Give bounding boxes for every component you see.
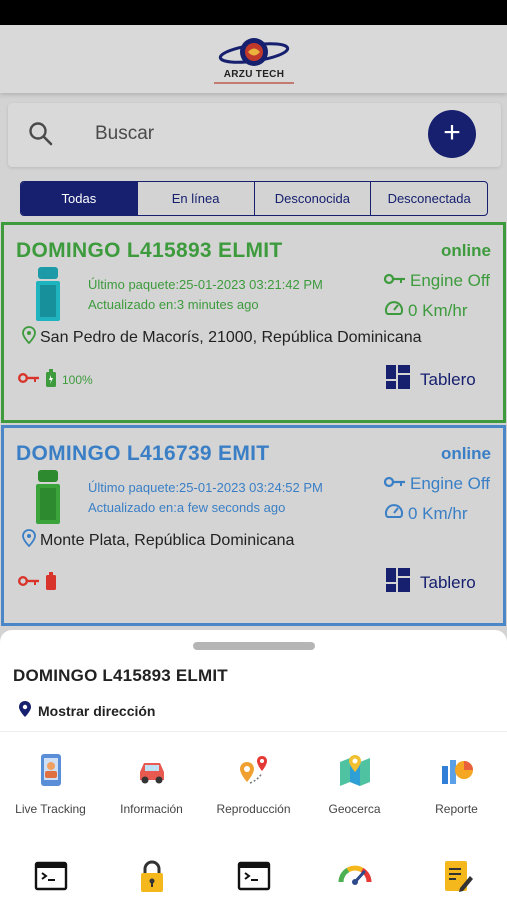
search-bar: Buscar +	[8, 103, 501, 167]
updated-text: Actualizado en:3 minutes ago	[88, 297, 259, 312]
sheet-title: DOMINGO L415893 ELMIT	[13, 666, 228, 685]
add-button[interactable]: +	[428, 110, 476, 158]
tab-todas[interactable]: Todas	[21, 182, 138, 215]
status-badge: online	[440, 241, 491, 260]
status-badge: online	[440, 444, 491, 463]
ignition-key-icon	[18, 575, 40, 590]
vehicle-card[interactable]: DOMINGO L415893 ELMIT online Último paqu…	[1, 222, 506, 423]
lock-icon	[134, 858, 170, 894]
search-icon[interactable]	[28, 121, 54, 147]
location-pin-icon	[18, 700, 32, 721]
battery-icon	[46, 369, 56, 390]
action-command-1[interactable]	[0, 858, 101, 894]
dashboard-label: Tablero	[420, 369, 476, 389]
vehicle-actions-sheet: DOMINGO L415893 ELMIT Mostrar dirección …	[0, 630, 507, 900]
tab-desconectada[interactable]: Desconectada	[371, 182, 487, 215]
terminal-icon	[236, 858, 272, 894]
speedometer-icon	[337, 858, 373, 894]
live-tracking-icon	[33, 752, 69, 788]
truck-icon	[34, 468, 62, 526]
ignition-key-icon	[18, 372, 40, 387]
vehicle-indicators: 100%	[18, 369, 93, 390]
engine-status: Engine Off	[383, 474, 490, 494]
search-input[interactable]: Buscar	[95, 123, 154, 145]
divider	[0, 731, 507, 732]
app-header: ARZU TECH	[0, 25, 507, 93]
sheet-drag-handle[interactable]	[193, 642, 315, 650]
dashboard-label: Tablero	[420, 572, 476, 592]
key-icon	[383, 474, 406, 494]
status-bar	[0, 0, 507, 25]
report-chart-icon	[439, 752, 475, 788]
map-icon	[337, 752, 373, 788]
action-speed[interactable]	[304, 858, 405, 894]
tab-desconocida[interactable]: Desconocida	[255, 182, 372, 215]
updated-text: Actualizado en:a few seconds ago	[88, 500, 286, 515]
truck-icon	[34, 265, 62, 323]
show-address-button[interactable]: Mostrar dirección	[18, 700, 155, 721]
last-packet-text: Último paquete:25-01-2023 03:24:52 PM	[88, 480, 323, 495]
route-pins-icon	[236, 752, 272, 788]
key-icon	[383, 271, 406, 291]
battery-level: 100%	[62, 372, 93, 387]
vehicle-address: Monte Plata, República Dominicana	[22, 529, 294, 552]
vehicle-name: DOMINGO L415893 ELMIT	[16, 239, 283, 262]
dashboard-icon	[386, 568, 410, 597]
action-reporte[interactable]: Reporte	[406, 752, 507, 816]
location-pin-icon	[22, 326, 36, 349]
location-pin-icon	[22, 529, 36, 552]
notes-icon	[439, 858, 475, 894]
action-lock[interactable]	[101, 858, 202, 894]
tab-en-linea[interactable]: En línea	[138, 182, 255, 215]
dashboard-button[interactable]: Tablero	[386, 568, 476, 597]
action-notes[interactable]	[406, 858, 507, 894]
speed-readout: 0 Km/hr	[384, 299, 468, 322]
speedometer-icon	[384, 502, 404, 525]
arzu-tech-logo: ARZU TECH	[208, 35, 300, 87]
last-packet-text: Último paquete:25-01-2023 03:21:42 PM	[88, 277, 323, 292]
vehicle-name: DOMINGO L416739 EMIT	[16, 442, 270, 465]
action-informacion[interactable]: Información	[101, 752, 202, 816]
speed-readout: 0 Km/hr	[384, 502, 468, 525]
engine-status: Engine Off	[383, 271, 490, 291]
battery-low-icon	[46, 572, 56, 593]
vehicle-card[interactable]: DOMINGO L416739 EMIT online Último paque…	[1, 425, 506, 626]
dashboard-button[interactable]: Tablero	[386, 365, 476, 394]
terminal-icon	[33, 858, 69, 894]
car-icon	[134, 752, 170, 788]
action-geocerca[interactable]: Geocerca	[304, 752, 405, 816]
action-reproduccion[interactable]: Reproducción	[203, 752, 304, 816]
status-filter-tabs: Todas En línea Desconocida Desconectada	[20, 181, 488, 216]
vehicle-indicators	[18, 572, 56, 593]
speedometer-icon	[384, 299, 404, 322]
vehicle-address: San Pedro de Macorís, 21000, República D…	[22, 326, 422, 349]
action-command-2[interactable]	[203, 858, 304, 894]
action-live-tracking[interactable]: Live Tracking	[0, 752, 101, 816]
dashboard-icon	[386, 365, 410, 394]
